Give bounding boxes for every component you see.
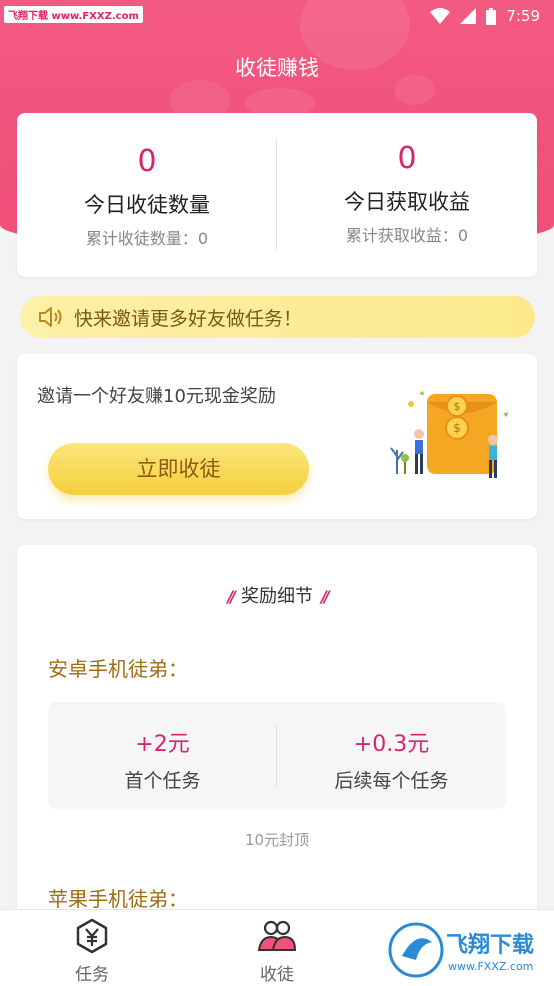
speaker-icon <box>39 307 62 327</box>
tab-apprentice[interactable]: 收徒 <box>227 918 327 985</box>
wifi-icon <box>430 8 451 24</box>
reward-value: +2元 <box>135 732 190 757</box>
reward-later-tasks: +0.3元 后续每个任务 <box>277 702 506 793</box>
tab-tasks[interactable]: 任务 <box>42 918 142 985</box>
stat-today-earnings: 0 今日获取收益 累计获取收益：0 <box>277 113 537 246</box>
page-title: 收徒赚钱 <box>235 56 319 80</box>
stats-card: 0 今日收徒数量 累计收徒数量：0 0 今日获取收益 累计获取收益：0 <box>17 113 537 277</box>
stat-value: 0 <box>137 144 157 179</box>
svg-text:$: $ <box>454 400 461 413</box>
reward-value: +0.3元 <box>353 732 430 757</box>
notice-banner: 快来邀请更多好友做任务！ <box>20 296 535 338</box>
watermark-label: 飞翔下载 www.FXXZ.com <box>4 6 143 23</box>
decor-slash-icon: // <box>227 587 236 606</box>
decor-slash-icon: // <box>321 587 330 606</box>
users-icon <box>257 920 297 951</box>
signal-icon <box>460 8 477 24</box>
invite-description: 邀请一个好友赚10元现金奖励 <box>37 386 276 407</box>
stat-sublabel: 累计收徒数量：0 <box>85 229 209 248</box>
reward-label: 首个任务 <box>124 770 201 792</box>
brand-url: www.FXXZ.com <box>448 960 533 973</box>
rewards-heading: 奖励细节 <box>241 586 313 607</box>
notice-text: 快来邀请更多好友做任务！ <box>74 307 303 330</box>
stat-sublabel: 累计获取收益：0 <box>345 226 469 245</box>
stat-today-apprentices: 0 今日收徒数量 累计收徒数量：0 <box>17 113 277 249</box>
stat-label: 今日收徒数量 <box>84 193 210 217</box>
ios-section-title: 苹果手机徒弟： <box>48 887 188 911</box>
battery-icon <box>486 7 497 25</box>
rewards-heading-row: // 奖励细节 // <box>17 582 537 608</box>
android-section-title: 安卓手机徒弟： <box>48 657 188 681</box>
invite-now-button[interactable]: 立即收徒 <box>48 443 309 495</box>
android-reward-box: +2元 首个任务 +0.3元 后续每个任务 <box>48 702 506 809</box>
reward-label: 后续每个任务 <box>334 770 449 792</box>
reward-cap-text: 10元封顶 <box>244 831 310 849</box>
stat-label: 今日获取收益 <box>344 190 470 214</box>
status-time: 7:59 <box>506 7 540 25</box>
reward-first-task: +2元 首个任务 <box>48 702 277 793</box>
red-envelope-illustration: $ $ <box>390 391 508 478</box>
brand-watermark-logo: 飞翔下载 www.FXXZ.com <box>386 920 550 980</box>
stat-value: 0 <box>397 141 417 176</box>
tab-label: 收徒 <box>260 965 294 985</box>
invite-card: 邀请一个好友赚10元现金奖励 立即收徒 $ $ <box>17 354 537 519</box>
rewards-card: // 奖励细节 // 安卓手机徒弟： +2元 首个任务 +0.3元 后续每个任务 1… <box>17 545 537 925</box>
yuan-hexagon-icon <box>76 918 108 954</box>
tab-label: 任务 <box>75 965 109 985</box>
svg-text:$: $ <box>453 421 461 435</box>
status-bar: 7:59 <box>430 4 540 28</box>
brand-name: 飞翔下载 <box>446 932 534 958</box>
